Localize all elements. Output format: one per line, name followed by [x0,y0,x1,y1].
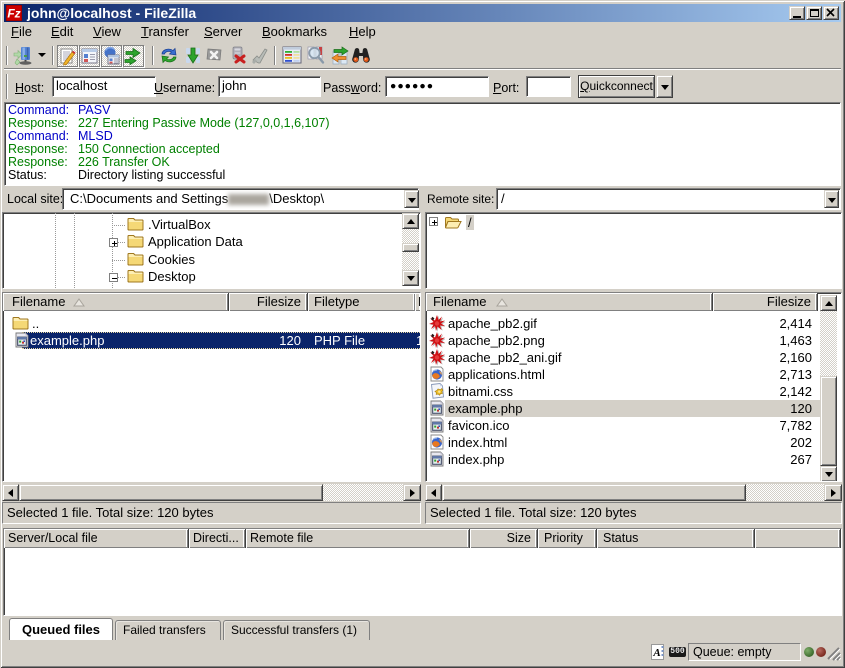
svg-text:A: A [652,647,660,659]
svg-text:Fz: Fz [7,7,20,21]
